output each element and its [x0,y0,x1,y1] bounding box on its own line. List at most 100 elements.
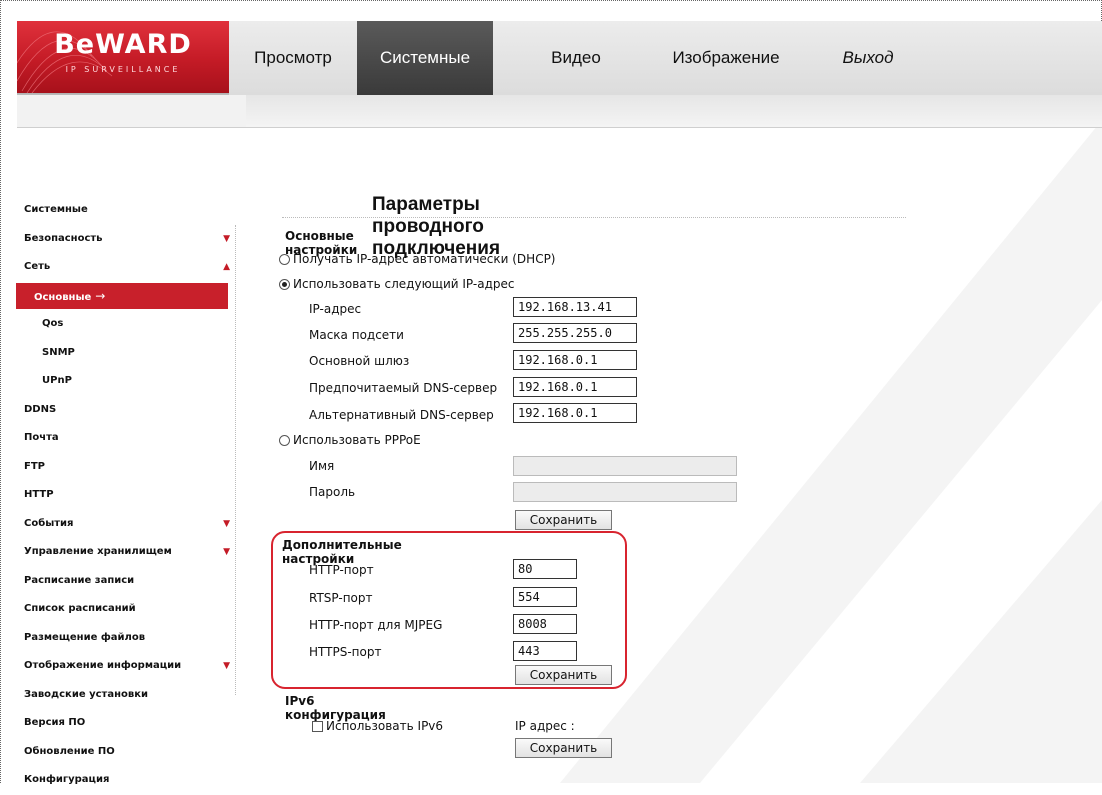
tab-video[interactable]: Видео [493,21,659,95]
sidebar-item-label: Заводские установки [24,688,149,700]
sidebar-item-label: Основные [34,291,92,303]
ipv6-title: IPv6 конфигурация [285,694,386,722]
sidebar-item-security[interactable]: Безопасность ▼ [24,225,236,254]
sidebar-item-configuration[interactable]: Конфигурация [24,766,236,795]
rtsp-port-input[interactable]: 554 [513,587,577,607]
http-port-label: HTTP-порт [309,563,374,577]
sidebar-item-record-schedule[interactable]: Расписание записи [24,567,236,596]
sidebar-item-network[interactable]: Сеть ▲ [24,253,236,282]
sidebar-item-label: Обновление ПО [24,745,115,757]
mjpeg-port-input[interactable]: 8008 [513,614,577,634]
sidebar-item-label: FTP [24,460,45,472]
pppoe-name-input[interactable] [513,456,737,476]
sidebar-item-label: Расписание записи [24,574,135,586]
static-ip-option[interactable]: Использовать следующий IP-адрес [279,277,514,291]
sidebar-item-mail[interactable]: Почта [24,424,236,453]
sidebar-item-label: Системные [24,204,88,215]
https-port-input[interactable]: 443 [513,641,577,661]
ipv6-save-button[interactable]: Сохранить [515,738,612,758]
chevron-down-icon: ▼ [223,518,230,529]
static-ip-radio[interactable] [279,278,290,290]
rtsp-port-label: RTSP-порт [309,591,373,605]
sidebar-item-label: Размещение файлов [24,631,146,643]
sidebar-item-basic[interactable]: Основные → [16,282,228,309]
page-title: Параметры проводного подключения [372,194,501,259]
ipv6-checkbox[interactable] [312,720,323,732]
mjpeg-port-label: HTTP-порт для MJPEG [309,618,443,632]
tab-system[interactable]: Системные [357,21,493,95]
sidebar-item-label: Отображение информации [24,660,182,671]
tab-image[interactable]: Изображение [659,21,793,95]
sidebar-item-info-display[interactable]: Отображение информации ▼ [24,652,236,681]
sidebar-item-label: UPnP [42,375,72,386]
subnet-mask-input[interactable]: 255.255.255.0 [513,323,637,343]
gateway-label: Основной шлюз [309,354,410,368]
basic-save-button[interactable]: Сохранить [515,510,612,530]
sidebar-item-storage[interactable]: Управление хранилищем ▼ [24,538,236,567]
sidebar-item-label: Версия ПО [24,717,86,728]
sidebar-item-ftp[interactable]: FTP [24,453,236,482]
sidebar-item-schedule-list[interactable]: Список расписаний [24,595,236,624]
pppoe-radio[interactable] [279,434,290,446]
sidebar-item-label: События [24,517,74,529]
sidebar-item-label: Конфигурация [24,774,110,785]
sidebar-item-label: HTTP [24,489,54,500]
preferred-dns-label: Предпочитаемый DNS-сервер [309,381,498,395]
ip-address-label: IP-адрес [309,302,362,316]
sidebar-item-firmware-update[interactable]: Обновление ПО [24,738,236,767]
static-ip-label: Использовать следующий IP-адрес [293,277,515,291]
sidebar-item-label: DDNS [24,403,57,415]
alternate-dns-input[interactable]: 192.168.0.1 [513,403,637,423]
alternate-dns-label: Альтернативный DNS-сервер [309,408,494,422]
sidebar-item-label: Безопасность [24,232,103,244]
header-subbar [17,95,1102,128]
sidebar-item-snmp[interactable]: SNMP [24,339,236,368]
http-port-input[interactable]: 80 [513,559,577,579]
advanced-save-button[interactable]: Сохранить [515,665,612,685]
dhcp-label: Получать IP-адрес автоматически (DHCP) [293,252,556,266]
tab-view[interactable]: Просмотр [229,21,357,95]
sidebar-item-label: Qos [42,318,64,329]
logo-subtitle: IP SURVEILLANCE [65,65,181,74]
ipv6-address-label: IP адрес : [515,719,575,733]
ipv6-use-label: Использовать IPv6 [326,719,444,733]
sidebar-item-qos[interactable]: Qos [24,310,236,339]
gateway-input[interactable]: 192.168.0.1 [513,350,637,370]
sidebar-item-ddns[interactable]: DDNS [24,396,236,425]
ip-address-input[interactable]: 192.168.13.41 [513,297,637,317]
chevron-down-icon: ▼ [223,233,230,244]
sidebar-item-label: Почта [24,432,59,443]
frame-border-top [0,0,1102,1]
tab-logout[interactable]: Выход [793,21,943,95]
logo-brand-text: BeWARD [54,29,192,60]
dhcp-option[interactable]: Получать IP-адрес автоматически (DHCP) [279,252,556,266]
ipv6-option[interactable]: Использовать IPv6 [312,719,443,733]
pppoe-password-label: Пароль [309,485,356,499]
dhcp-radio[interactable] [279,253,290,265]
top-navigation: Просмотр Системные Видео Изображение Вых… [229,21,1102,95]
pppoe-password-input[interactable] [513,482,737,502]
sidebar-item-file-placement[interactable]: Размещение файлов [24,624,236,653]
sidebar-item-label: Управление хранилищем [24,546,172,557]
beward-logo[interactable]: BeWARD IP SURVEILLANCE [17,21,229,93]
sidebar-item-upnp[interactable]: UPnP [24,367,236,396]
https-port-label: HTTPS-порт [309,645,382,659]
preferred-dns-input[interactable]: 192.168.0.1 [513,377,637,397]
sidebar-item-system[interactable]: Системные [24,196,236,225]
sidebar-item-http[interactable]: HTTP [24,481,236,510]
title-divider [282,217,906,218]
chevron-up-icon: ▲ [223,262,230,272]
chevron-down-icon: ▼ [223,547,230,557]
arrow-right-icon: → [95,288,106,303]
subnet-mask-label: Маска подсети [309,328,404,342]
header-subbar-inner [246,95,1102,127]
sidebar-item-factory-defaults[interactable]: Заводские установки [24,681,236,710]
chevron-down-icon: ▼ [223,661,230,671]
sidebar-item-label: Список расписаний [24,603,136,614]
pppoe-option[interactable]: Использовать PPPoE [279,433,421,447]
sidebar-item-events[interactable]: События ▼ [24,510,236,539]
sidebar: Системные Безопасность ▼ Сеть ▲ Основные → … [16,196,236,795]
advanced-settings-title: Дополнительные настройки [282,538,402,566]
pppoe-label: Использовать PPPoE [293,433,421,447]
sidebar-item-firmware-version[interactable]: Версия ПО [24,709,236,738]
